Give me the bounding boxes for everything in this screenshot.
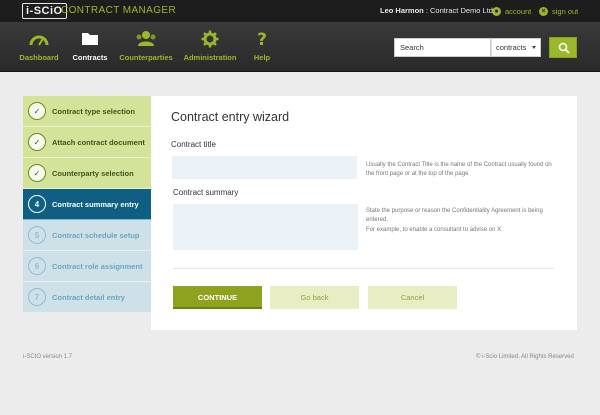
step-number: 7 xyxy=(28,288,46,306)
divider xyxy=(173,268,554,269)
nav-counterparties-label: Counterparties xyxy=(119,53,173,62)
step-label: Attach contract document xyxy=(52,137,145,147)
go-back-button[interactable]: Go back xyxy=(270,286,359,309)
contract-title-help: Usually the Contract Title is the name o… xyxy=(366,162,552,177)
app-name: CONTRACT MANAGER xyxy=(61,5,177,16)
chevron-down-icon xyxy=(532,46,536,49)
svg-text:?: ? xyxy=(257,30,267,48)
wizard-panel: Contract entry wizard Contract title Usu… xyxy=(151,96,577,330)
gear-icon xyxy=(201,30,219,48)
step-label: Contract type selection xyxy=(52,106,135,116)
main-nav: Dashboard Contracts Counterparties Admin… xyxy=(0,22,600,72)
step-label: Contract summary entry xyxy=(52,199,139,209)
step-label: Contract detail entry xyxy=(52,292,125,302)
account-link[interactable]: ● account xyxy=(492,4,531,18)
signout-link[interactable]: × sign out xyxy=(539,4,578,18)
logo: i-SCiO xyxy=(22,3,67,19)
close-icon: × xyxy=(539,6,548,16)
step-label: Contract role assignment xyxy=(52,261,143,271)
user-icon: ● xyxy=(492,6,501,16)
copyright-text: © i-Scio Limited. All Rights Reserved xyxy=(476,354,574,360)
step-contract-summary[interactable]: 4 Contract summary entry xyxy=(23,189,157,220)
user-org: : Contract Demo Ltd xyxy=(423,6,493,15)
page-title: Contract entry wizard xyxy=(171,110,290,124)
people-icon xyxy=(136,31,156,46)
step-detail-entry[interactable]: 7 Contract detail entry xyxy=(23,282,151,313)
search-button[interactable] xyxy=(549,37,577,58)
step-counterparty[interactable]: ✓ Counterparty selection xyxy=(23,158,151,189)
folder-icon xyxy=(82,33,98,45)
nav-administration-label: Administration xyxy=(183,53,237,62)
nav-administration[interactable]: Administration xyxy=(183,30,237,70)
step-number: 5 xyxy=(28,226,46,244)
contract-summary-label: Contract summary xyxy=(173,188,239,197)
search-input[interactable] xyxy=(394,38,491,57)
user-info: Leo Harmon : Contract Demo Ltd xyxy=(380,6,493,15)
contract-summary-input[interactable] xyxy=(173,204,358,250)
contract-summary-example: For example, to enable a consultant to a… xyxy=(366,227,503,233)
version-text: i-SCIO version 1.7 xyxy=(23,354,73,360)
step-label: Contract schedule setup xyxy=(52,230,140,240)
nav-dashboard-label: Dashboard xyxy=(19,53,59,62)
check-icon: ✓ xyxy=(28,102,46,120)
check-icon: ✓ xyxy=(28,164,46,182)
nav-dashboard[interactable]: Dashboard xyxy=(18,30,60,70)
check-icon: ✓ xyxy=(28,133,46,151)
wizard-steps: ✓ Contract type selection ✓ Attach contr… xyxy=(23,96,157,313)
nav-help[interactable]: ? Help xyxy=(248,30,276,70)
nav-help-label: Help xyxy=(253,53,271,62)
account-label: account xyxy=(505,6,532,16)
step-contract-type[interactable]: ✓ Contract type selection xyxy=(23,96,151,127)
nav-contracts-label: Contracts xyxy=(72,53,108,62)
step-attach-document[interactable]: ✓ Attach contract document xyxy=(23,127,151,158)
step-schedule-setup[interactable]: 5 Contract schedule setup xyxy=(23,220,151,251)
step-role-assignment[interactable]: 6 Contract role assignment xyxy=(23,251,151,282)
cancel-button[interactable]: Cancel xyxy=(368,286,457,309)
step-number: 6 xyxy=(28,257,46,275)
continue-button[interactable]: CONTINUE xyxy=(173,286,262,309)
nav-counterparties[interactable]: Counterparties xyxy=(118,30,174,70)
question-icon: ? xyxy=(257,30,267,48)
signout-label: sign out xyxy=(552,6,579,16)
search-scope-value: contracts xyxy=(496,43,527,52)
contract-title-input[interactable] xyxy=(172,156,357,179)
gauge-icon xyxy=(29,35,49,46)
nav-contracts[interactable]: Contracts xyxy=(70,30,110,70)
search-icon xyxy=(558,42,570,54)
contract-title-label: Contract title xyxy=(171,140,216,149)
step-number: 4 xyxy=(28,195,46,213)
user-name: Leo Harmon xyxy=(380,6,424,15)
search-scope-select[interactable]: contracts xyxy=(491,38,541,57)
contract-summary-help: State the purpose or reason the Confiden… xyxy=(366,208,543,223)
step-label: Counterparty selection xyxy=(52,168,134,178)
top-bar: i-SCiO CONTRACT MANAGER Leo Harmon : Con… xyxy=(0,0,600,22)
